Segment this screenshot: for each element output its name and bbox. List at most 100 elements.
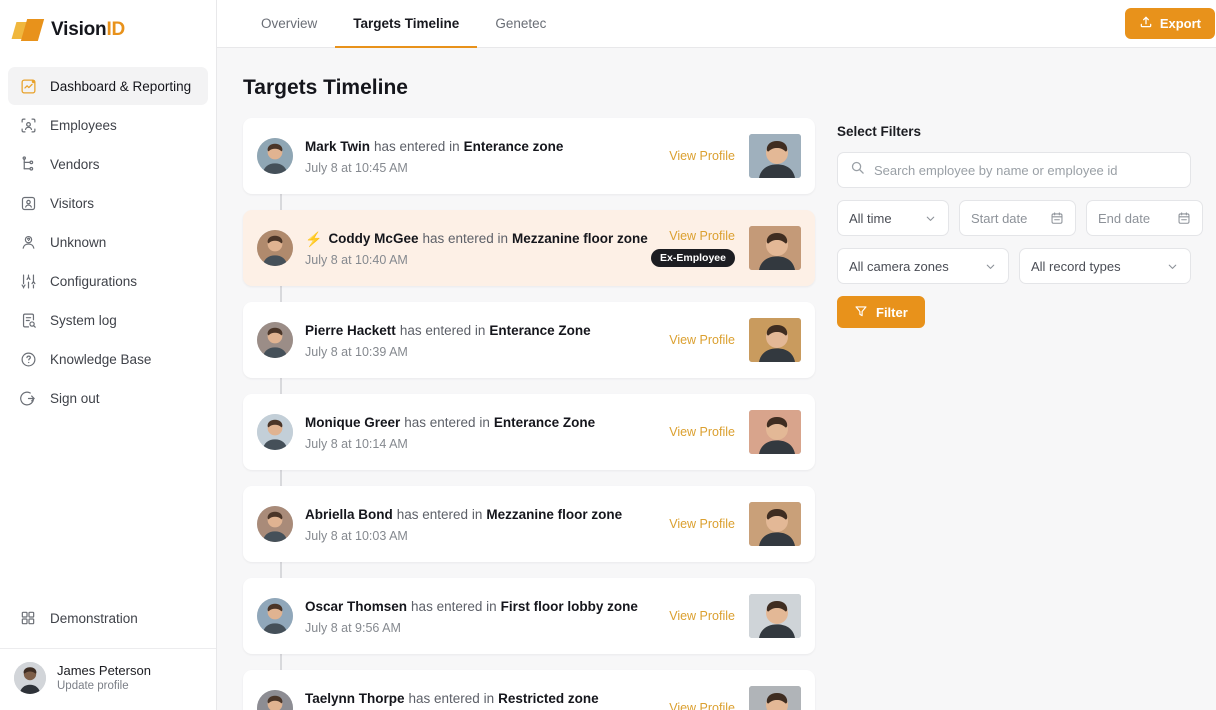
sidebar-item-label: Knowledge Base [50, 351, 152, 367]
camera-zones-select[interactable]: All camera zones [837, 248, 1009, 284]
sidebar-item-system-log[interactable]: System log [8, 301, 208, 339]
view-profile-link[interactable]: View Profile [669, 701, 735, 710]
zone-name: Enterance Zone [493, 414, 596, 430]
sidebar-item-visitors[interactable]: Visitors [8, 184, 208, 222]
sidebar-item-sign-out[interactable]: Sign out [8, 379, 208, 417]
view-profile-link[interactable]: View Profile [669, 609, 735, 623]
capture-thumbnail[interactable] [749, 410, 801, 454]
avatar [257, 230, 293, 266]
time-range-select[interactable]: All time [837, 200, 949, 236]
start-date-field[interactable]: Start date [959, 200, 1076, 236]
filter-button-label: Filter [876, 304, 908, 320]
zone-name: Restricted zone [498, 690, 599, 706]
timeline-card-message: Mark Twin has entered in Enterance zone [305, 138, 669, 156]
avatar [257, 506, 293, 542]
logo-text-vision: Vision [51, 19, 107, 40]
view-profile-link[interactable]: View Profile [669, 149, 735, 163]
view-profile-link[interactable]: View Profile [669, 517, 735, 531]
export-button[interactable]: Export [1124, 8, 1215, 39]
capture-thumbnail[interactable] [749, 594, 801, 638]
sidebar-item-label: Visitors [50, 195, 95, 211]
sidebar-item-knowledge-base[interactable]: Knowledge Base [8, 340, 208, 378]
sidebar-item-label: Dashboard & Reporting [50, 78, 192, 94]
avatar [257, 138, 293, 174]
timeline-list: Mark Twin has entered in Enterance zone Jul… [243, 118, 815, 710]
timeline-card[interactable]: Pierre Hackett has entered in Enterance Zo… [243, 302, 815, 378]
timeline-card-actions: View Profile [669, 517, 735, 531]
end-date-field[interactable]: End date [1086, 200, 1203, 236]
timeline-card-actions: View Profile [669, 609, 735, 623]
view-profile-link[interactable]: View Profile [669, 333, 735, 347]
sidebar-item-demonstration[interactable]: Demonstration [8, 599, 208, 637]
vendors-icon [18, 154, 38, 174]
event-verb: has entered in [422, 230, 509, 246]
timeline-card[interactable]: Abriella Bond has entered in Mezzanine flo… [243, 486, 815, 562]
record-types-select[interactable]: All record types [1019, 248, 1191, 284]
record-types-value: All record types [1031, 258, 1121, 274]
person-name: Mark Twin [305, 138, 371, 154]
search-input[interactable] [874, 162, 1178, 178]
timestamp: July 8 at 10:40 AM [305, 252, 408, 267]
person-name: Oscar Thomsen [305, 598, 408, 614]
search-input-wrapper[interactable] [837, 152, 1191, 188]
timeline-card[interactable]: Monique Greer has entered in Enterance Zon… [243, 394, 815, 470]
event-verb: has entered in [404, 414, 490, 430]
timestamp: July 8 at 10:39 AM [305, 344, 408, 359]
timeline-card[interactable]: ⚡ Coddy McGee has entered in Mezzanine floo… [243, 210, 815, 286]
sidebar-item-employees[interactable]: Employees [8, 106, 208, 144]
person-name: Monique Greer [305, 414, 401, 430]
funnel-icon [854, 304, 868, 321]
camera-zones-value: All camera zones [849, 258, 949, 274]
tab-overview[interactable]: Overview [243, 1, 335, 48]
sidebar-item-unknown[interactable]: Unknown [8, 223, 208, 261]
sidebar-item-label: Demonstration [50, 610, 138, 626]
dashboard-report-icon [18, 76, 38, 96]
zone-name: Enterance zone [463, 138, 564, 154]
unknown-person-icon [18, 232, 38, 252]
tab-genetec[interactable]: Genetec [477, 1, 564, 48]
upload-icon [1139, 15, 1153, 32]
sidebar-item-label: Unknown [50, 234, 107, 250]
sidebar-demo-section: Demonstration [0, 598, 216, 638]
sidebar-item-vendors[interactable]: Vendors [8, 145, 208, 183]
app-logo[interactable]: VisionID [0, 6, 216, 54]
sidebar-nav: Dashboard & Reporting Employees Vendors … [0, 66, 216, 418]
capture-thumbnail[interactable] [749, 318, 801, 362]
timeline-card-body: ⚡ Coddy McGee has entered in Mezzanine floo… [305, 230, 651, 267]
logo-text-id: ID [106, 19, 126, 40]
event-verb: has entered in [374, 138, 460, 154]
timeline-card-message: Pierre Hackett has entered in Enterance Zo… [305, 322, 669, 340]
timeline-card-body: Abriella Bond has entered in Mezzanine flo… [305, 506, 669, 543]
sidebar-item-dashboard-reporting[interactable]: Dashboard & Reporting [8, 67, 208, 105]
avatar [257, 414, 293, 450]
sidebar-item-label: Vendors [50, 156, 100, 172]
sidebar: VisionID Dashboard & Reporting Employees [0, 0, 217, 710]
capture-thumbnail[interactable] [749, 686, 801, 710]
view-profile-link[interactable]: View Profile [669, 425, 735, 439]
capture-thumbnail[interactable] [749, 502, 801, 546]
person-name: Taelynn Thorpe [305, 690, 405, 706]
page-content: Targets Timeline Mark Twin has entered in… [217, 48, 1216, 710]
timeline-card-actions: View Profile [669, 333, 735, 347]
timeline-card[interactable]: Mark Twin has entered in Enterance zone Jul… [243, 118, 815, 194]
avatar [14, 662, 46, 694]
timeline-card[interactable]: Oscar Thomsen has entered in First floor l… [243, 578, 815, 654]
sidebar-user-footer[interactable]: James Peterson Update profile [0, 648, 216, 710]
avatar-photo [14, 662, 46, 694]
timeline-card-actions: View Profile [669, 149, 735, 163]
update-profile-link[interactable]: Update profile [57, 679, 151, 694]
filter-button[interactable]: Filter [837, 296, 925, 328]
capture-thumbnail[interactable] [749, 134, 801, 178]
avatar [257, 690, 293, 710]
timeline-card[interactable]: Taelynn Thorpe has entered in Restricted z… [243, 670, 815, 710]
app-root: VisionID Dashboard & Reporting Employees [0, 0, 1216, 710]
view-profile-link[interactable]: View Profile [669, 229, 735, 243]
timestamp: July 8 at 10:03 AM [305, 528, 408, 543]
capture-thumbnail[interactable] [749, 226, 801, 270]
logo-text: VisionID [51, 19, 125, 41]
sidebar-item-configurations[interactable]: Configurations [8, 262, 208, 300]
zone-name: First floor lobby zone [500, 598, 638, 614]
tab-targets-timeline[interactable]: Targets Timeline [335, 1, 478, 48]
topbar-actions: Export [1124, 0, 1215, 47]
content-columns: Mark Twin has entered in Enterance zone Jul… [243, 118, 1203, 710]
